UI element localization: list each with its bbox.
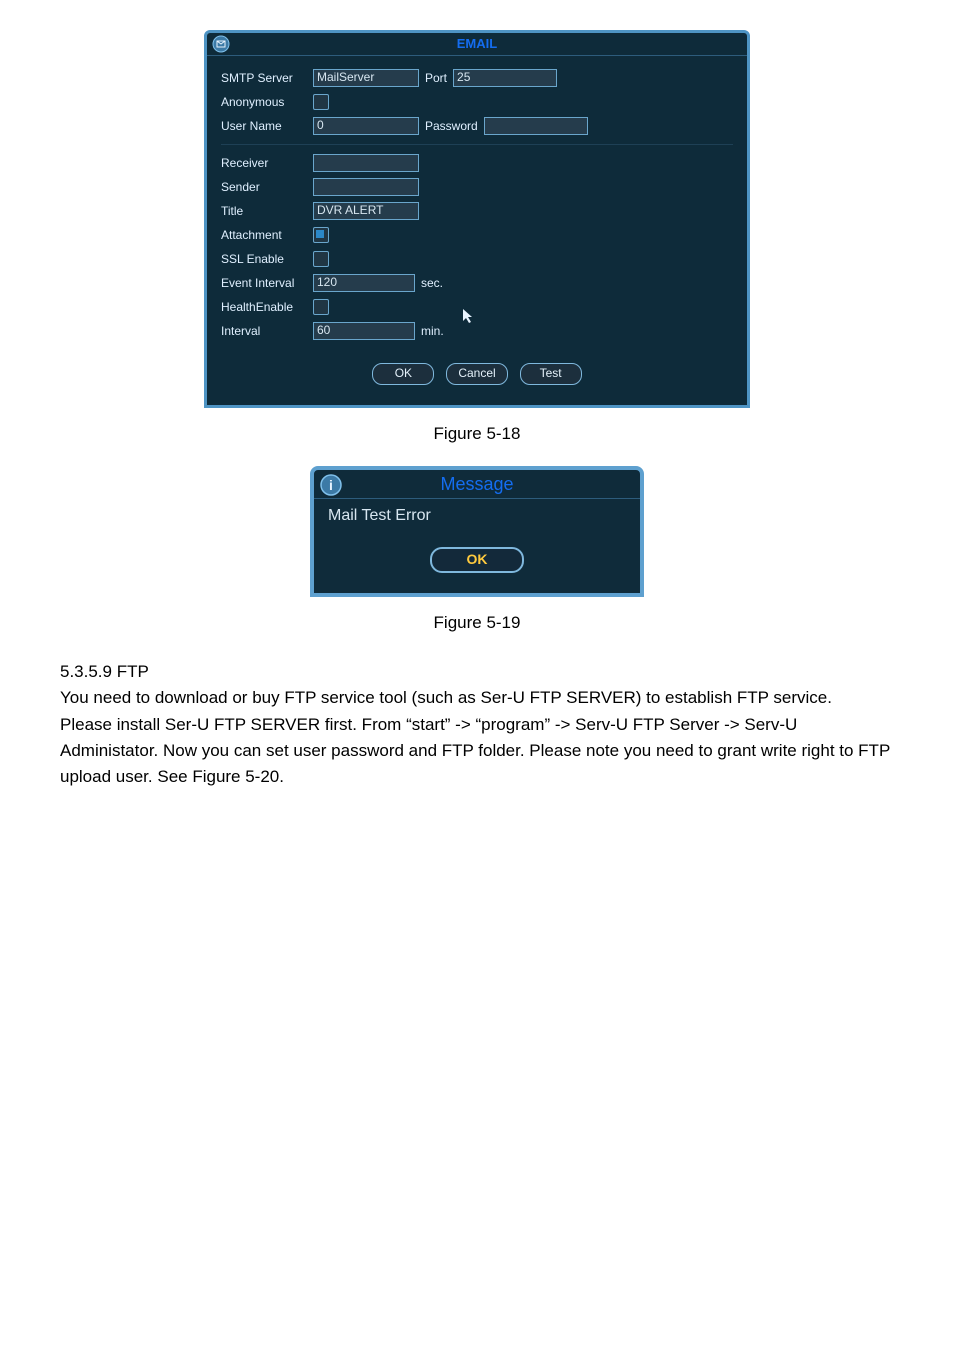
message-ok-button[interactable]: OK <box>430 547 524 573</box>
ssl-enable-label: SSL Enable <box>221 252 313 266</box>
attachment-label: Attachment <box>221 228 313 242</box>
email-icon <box>210 33 232 55</box>
user-name-input[interactable]: 0 <box>313 117 419 135</box>
paragraph-1: You need to download or buy FTP service … <box>60 685 894 711</box>
health-enable-checkbox[interactable] <box>313 299 329 315</box>
ok-button[interactable]: OK <box>372 363 434 385</box>
smtp-server-input[interactable]: MailServer <box>313 69 419 87</box>
event-interval-unit: sec. <box>421 276 443 290</box>
email-dialog-title: EMAIL <box>457 36 497 51</box>
port-input[interactable]: 25 <box>453 69 557 87</box>
email-dialog-titlebar: EMAIL <box>207 33 747 56</box>
email-dialog-buttons: OK Cancel Test <box>221 343 733 391</box>
message-title: Message <box>440 474 513 494</box>
paragraph-2: Please install Ser-U FTP SERVER first. F… <box>60 712 894 791</box>
cursor-icon <box>461 307 475 325</box>
event-interval-label: Event Interval <box>221 276 313 290</box>
password-label: Password <box>425 119 478 133</box>
anonymous-label: Anonymous <box>221 95 313 109</box>
password-input[interactable] <box>484 117 588 135</box>
divider <box>221 144 733 145</box>
email-dialog-body: SMTP Server MailServer Port 25 Anonymous… <box>207 56 747 405</box>
message-icon: i <box>318 472 344 498</box>
ssl-enable-checkbox[interactable] <box>313 251 329 267</box>
title-label: Title <box>221 204 313 218</box>
health-enable-label: HealthEnable <box>221 300 313 314</box>
section-heading: 5.3.5.9 FTP <box>60 659 894 685</box>
message-text: Mail Test Error <box>328 507 626 525</box>
smtp-server-label: SMTP Server <box>221 71 313 85</box>
receiver-label: Receiver <box>221 156 313 170</box>
receiver-input[interactable] <box>313 154 419 172</box>
figure-caption-5-18: Figure 5-18 <box>60 424 894 444</box>
message-body: Mail Test Error OK <box>314 499 640 593</box>
sender-input[interactable] <box>313 178 419 196</box>
interval-label: Interval <box>221 324 313 338</box>
test-button[interactable]: Test <box>520 363 582 385</box>
message-dialog: i Message Mail Test Error OK <box>310 466 644 597</box>
interval-unit: min. <box>421 324 444 338</box>
event-interval-input[interactable]: 120 <box>313 274 415 292</box>
port-label: Port <box>425 71 447 85</box>
anonymous-checkbox[interactable] <box>313 94 329 110</box>
title-input[interactable]: DVR ALERT <box>313 202 419 220</box>
svg-text:i: i <box>329 477 333 493</box>
attachment-checkbox[interactable] <box>313 227 329 243</box>
user-name-label: User Name <box>221 119 313 133</box>
email-dialog: EMAIL SMTP Server MailServer Port 25 Ano… <box>204 30 750 408</box>
interval-input[interactable]: 60 <box>313 322 415 340</box>
figure-caption-5-19: Figure 5-19 <box>60 613 894 633</box>
message-titlebar: i Message <box>314 470 640 499</box>
body-text: 5.3.5.9 FTP You need to download or buy … <box>60 659 894 791</box>
cancel-button[interactable]: Cancel <box>446 363 508 385</box>
sender-label: Sender <box>221 180 313 194</box>
